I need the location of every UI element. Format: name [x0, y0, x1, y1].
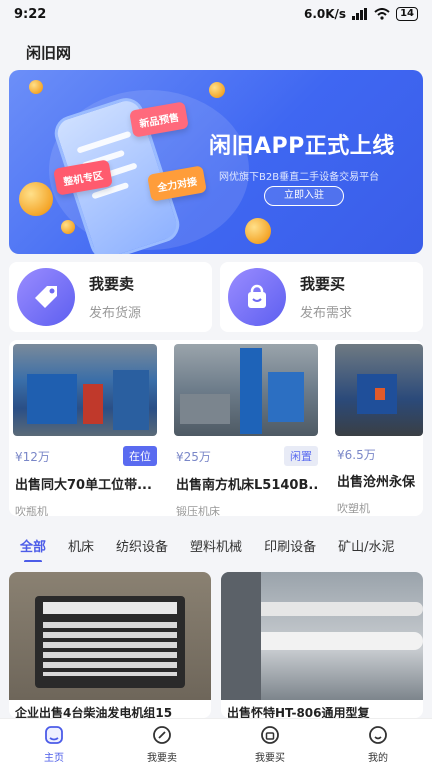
nav-profile-label: 我的	[368, 752, 388, 764]
network-speed: 6.0K/s	[303, 7, 347, 21]
status-badge: 在位	[123, 446, 157, 466]
category-tabs: 全部 机床 纺织设备 塑料机械 印刷设备 矿山/水泥	[0, 528, 432, 562]
product-category: 锻压机床	[176, 505, 220, 516]
tab-all[interactable]: 全部	[20, 536, 46, 562]
listing-card[interactable]: 出售怀特HT-806通用型复	[221, 572, 423, 718]
featured-products: ¥12万 在位 出售同大70单工位带... 吹瓶机 ¥25万 闲置 出售南方机床…	[9, 340, 423, 516]
sell-card[interactable]: 我要卖 发布货源	[9, 262, 212, 332]
buy-card[interactable]: 我要买 发布需求	[220, 262, 423, 332]
buy-subtitle: 发布需求	[300, 306, 353, 321]
coin-icon	[29, 80, 43, 94]
listing-card[interactable]: 企业出售4台柴油发电机组15	[9, 572, 211, 718]
product-title: 出售同大70单工位带...	[15, 478, 152, 493]
product-category: 吹塑机	[337, 502, 370, 515]
tag-icon	[17, 268, 75, 326]
buy-title: 我要买	[300, 275, 346, 293]
tab-textile[interactable]: 纺织设备	[116, 536, 168, 555]
tab-machine-tools[interactable]: 机床	[68, 536, 94, 555]
bottom-nav: 主页 我要卖 我要买 我的	[0, 718, 432, 768]
product-image	[174, 344, 318, 436]
sell-subtitle: 发布货源	[89, 306, 142, 321]
tab-mining[interactable]: 矿山/水泥	[338, 536, 394, 555]
tab-printing[interactable]: 印刷设备	[264, 536, 316, 555]
banner-subtitle: 网优旗下B2B垂直二手设备交易平台	[219, 172, 380, 183]
status-badge: 闲置	[284, 446, 318, 466]
coin-icon	[19, 182, 53, 216]
listing-title: 企业出售4台柴油发电机组15	[15, 706, 173, 718]
nav-sell-label: 我要卖	[147, 752, 177, 764]
nav-home-label: 主页	[44, 752, 64, 764]
signal-icon	[352, 8, 368, 20]
product-category: 吹瓶机	[15, 505, 48, 516]
status-time: 9:22	[14, 6, 47, 22]
product-price: ¥25万	[176, 449, 211, 464]
home-icon	[45, 725, 63, 744]
banner-title: 闲旧APP正式上线	[209, 134, 395, 159]
product-card[interactable]: ¥12万 在位 出售同大70单工位带... 吹瓶机	[9, 340, 157, 516]
product-image	[335, 344, 423, 436]
wifi-icon	[374, 8, 390, 20]
coin-icon	[61, 220, 75, 234]
status-indicators: 6.0K/s 14	[304, 7, 418, 21]
product-card[interactable]: ¥25万 闲置 出售南方机床L5140B... 锻压机床	[170, 340, 318, 516]
battery-indicator: 14	[396, 7, 418, 21]
promo-banner[interactable]: 新品预售 整机专区 全力对接 闲旧APP正式上线 网优旗下B2B垂直二手设备交易…	[9, 70, 423, 254]
coin-icon	[209, 82, 225, 98]
profile-icon	[369, 725, 387, 744]
nav-buy-label: 我要买	[255, 752, 285, 764]
product-price: ¥12万	[15, 449, 50, 464]
product-title: 出售南方机床L5140B...	[176, 478, 318, 493]
product-price: ¥6.5万	[337, 448, 376, 462]
nav-profile[interactable]: 我的	[324, 719, 432, 768]
product-title: 出售沧州永保	[337, 475, 416, 490]
shopping-bag-icon	[261, 725, 279, 744]
coin-icon	[245, 218, 271, 244]
listing-image	[221, 572, 423, 700]
tag-icon	[153, 725, 171, 744]
tab-plastic[interactable]: 塑料机械	[190, 536, 242, 555]
product-card[interactable]: ¥6.5万 出售沧州永保 吹塑机	[331, 340, 423, 516]
listing-title: 出售怀特HT-806通用型复	[227, 706, 370, 718]
shopping-bag-icon	[228, 268, 286, 326]
page-title: 闲旧网	[26, 44, 72, 62]
status-bar: 9:22 6.0K/s 14	[0, 0, 432, 28]
listing-image	[9, 572, 211, 700]
join-button[interactable]: 立即入驻	[264, 186, 344, 206]
product-image	[13, 344, 157, 436]
nav-buy[interactable]: 我要买	[216, 719, 324, 768]
sell-title: 我要卖	[89, 275, 135, 293]
nav-home[interactable]: 主页	[0, 719, 108, 768]
nav-sell[interactable]: 我要卖	[108, 719, 216, 768]
